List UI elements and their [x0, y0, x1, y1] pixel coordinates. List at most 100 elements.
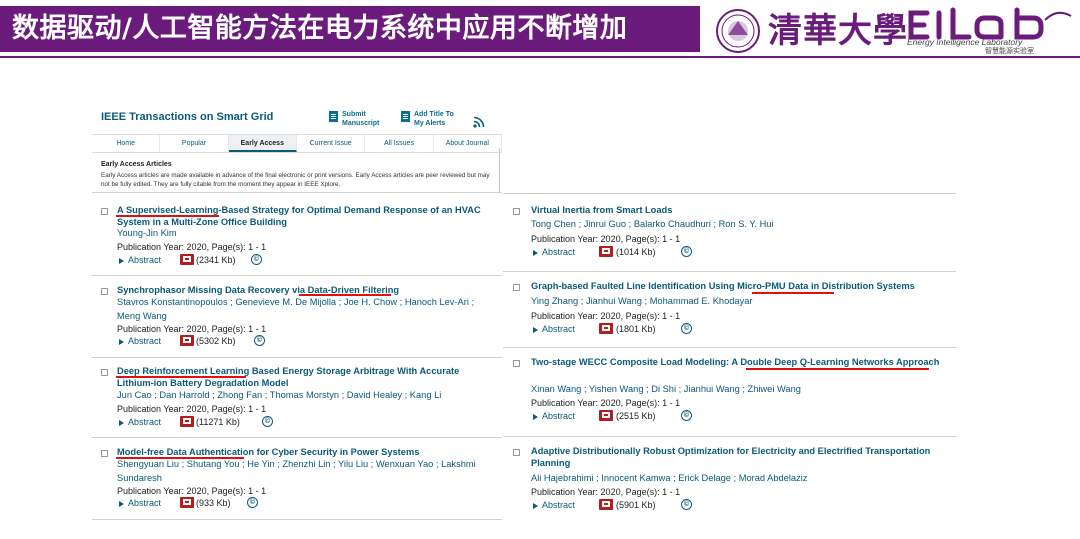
article-authors[interactable]: Ying Zhang ; Jianhui Wang ; Mohammad E. … — [531, 295, 951, 309]
article-divider — [92, 275, 502, 276]
publication-info: Publication Year: 2020, Page(s): 1 - 1 — [117, 404, 267, 414]
publication-info: Publication Year: 2020, Page(s): 1 - 1 — [531, 487, 681, 497]
highlight-underline — [116, 215, 219, 217]
article-checkbox[interactable] — [513, 284, 520, 291]
expand-triangle-icon — [119, 258, 124, 264]
article-checkbox[interactable] — [101, 288, 108, 295]
rss-icon[interactable] — [473, 116, 485, 128]
pdf-icon[interactable] — [599, 246, 613, 257]
publication-info: Publication Year: 2020, Page(s): 1 - 1 — [117, 324, 267, 334]
file-size: (2341 Kb) — [196, 255, 236, 265]
lab-name-chinese: 智慧能源实验室 — [985, 48, 1034, 55]
article-divider — [92, 437, 502, 438]
article-title[interactable]: Graph-based Faulted Line Identification … — [531, 281, 953, 293]
file-size: (5901 Kb) — [616, 500, 656, 510]
slide-title: 数据驱动/人工智能方法在电力系统中应用不断增加 — [12, 13, 628, 44]
file-size: (1014 Kb) — [616, 247, 656, 257]
expand-triangle-icon — [119, 339, 124, 345]
document-icon — [329, 111, 338, 122]
pdf-icon[interactable] — [180, 254, 194, 265]
article-item: Graph-based Faulted Line Identification … — [513, 281, 953, 347]
expand-triangle-icon — [533, 250, 538, 256]
tab-all-issues[interactable]: All Issues — [365, 135, 434, 152]
article-checkbox[interactable] — [513, 360, 520, 367]
publication-info: Publication Year: 2020, Page(s): 1 - 1 — [531, 311, 681, 321]
abstract-link[interactable]: Abstract — [128, 417, 161, 427]
article-checkbox[interactable] — [101, 208, 108, 215]
copyright-icon[interactable]: © — [251, 254, 262, 265]
article-title[interactable]: Virtual Inertia from Smart Loads — [531, 205, 951, 217]
article-authors[interactable]: Tong Chen ; Jinrui Guo ; Balarko Chaudhu… — [531, 218, 951, 232]
article-item: Virtual Inertia from Smart Loads Tong Ch… — [513, 205, 953, 271]
expand-triangle-icon — [119, 420, 124, 426]
copyright-icon[interactable]: © — [681, 323, 692, 334]
article-actions: Abstract (2341 Kb) © — [117, 254, 417, 269]
pdf-icon[interactable] — [599, 499, 613, 510]
abstract-link[interactable]: Abstract — [128, 255, 161, 265]
copyright-icon[interactable]: © — [247, 497, 258, 508]
tab-early-access[interactable]: Early Access — [228, 135, 297, 152]
abstract-link[interactable]: Abstract — [542, 500, 575, 510]
tab-about-journal[interactable]: About Journal — [434, 135, 502, 152]
copyright-icon[interactable]: © — [681, 410, 692, 421]
article-title[interactable]: Two-stage WECC Composite Load Modeling: … — [531, 357, 941, 369]
article-authors[interactable]: Xinan Wang ; Yishen Wang ; Di Shi ; Jian… — [531, 383, 951, 397]
copyright-icon[interactable]: © — [262, 416, 273, 427]
tab-current-issue[interactable]: Current Issue — [297, 135, 366, 152]
tab-home[interactable]: Home — [92, 135, 161, 152]
title-banner: 数据驱动/人工智能方法在电力系统中应用不断增加 清華大學 Energy Inte… — [0, 0, 1080, 58]
banner-divider — [0, 56, 1080, 58]
article-checkbox[interactable] — [513, 449, 520, 456]
tab-popular[interactable]: Popular — [160, 135, 229, 152]
pdf-icon[interactable] — [180, 416, 194, 427]
article-actions: Abstract (5901 Kb) © — [531, 499, 831, 514]
pdf-icon[interactable] — [180, 497, 194, 508]
article-divider — [503, 436, 956, 437]
copyright-icon[interactable]: © — [681, 246, 692, 257]
file-size: (933 Kb) — [196, 498, 231, 508]
article-checkbox[interactable] — [101, 369, 108, 376]
ieee-journal-header: IEEE Transactions on Smart Grid Submit M… — [92, 100, 502, 192]
highlight-underline — [116, 457, 244, 459]
pdf-icon[interactable] — [599, 410, 613, 421]
abstract-link[interactable]: Abstract — [542, 411, 575, 421]
article-authors[interactable]: Stavros Konstantinopoulos ; Genevieve M.… — [117, 296, 497, 323]
article-actions: Abstract (2515 Kb) © — [531, 410, 831, 425]
highlight-underline — [116, 376, 246, 378]
abstract-link[interactable]: Abstract — [128, 498, 161, 508]
article-actions: Abstract (1801 Kb) © — [531, 323, 831, 338]
tsinghua-seal-icon — [716, 9, 760, 53]
early-access-description: Early Access articles are made available… — [101, 172, 490, 188]
article-title[interactable]: Adaptive Distributionally Robust Optimiz… — [531, 446, 931, 469]
column-divider — [499, 148, 500, 192]
journal-title[interactable]: IEEE Transactions on Smart Grid — [101, 111, 273, 123]
tsinghua-logo: 清華大學 — [768, 11, 908, 51]
abstract-link[interactable]: Abstract — [542, 247, 575, 257]
file-size: (11271 Kb) — [196, 417, 240, 427]
article-actions: Abstract (933 Kb) © — [117, 497, 417, 512]
copyright-icon[interactable]: © — [254, 335, 265, 346]
abstract-link[interactable]: Abstract — [128, 336, 161, 346]
copyright-icon[interactable]: © — [681, 499, 692, 510]
publication-info: Publication Year: 2020, Page(s): 1 - 1 — [117, 486, 267, 496]
article-checkbox[interactable] — [513, 208, 520, 215]
article-divider — [503, 347, 956, 348]
article-authors[interactable]: Ali Hajebrahimi ; Innocent Kamwa ; Erick… — [531, 472, 951, 486]
abstract-link[interactable]: Abstract — [542, 324, 575, 334]
publication-info: Publication Year: 2020, Page(s): 1 - 1 — [117, 242, 267, 252]
article-authors[interactable]: Shengyuan Liu ; Shutang You ; He Yin ; Z… — [117, 458, 477, 485]
expand-triangle-icon — [533, 414, 538, 420]
article-checkbox[interactable] — [101, 450, 108, 457]
article-divider — [92, 192, 502, 193]
article-actions: Abstract (11271 Kb) © — [117, 416, 417, 431]
article-authors[interactable]: Young-Jin Kim — [117, 227, 497, 241]
submit-manuscript-link[interactable]: Submit Manuscript — [329, 110, 392, 128]
publication-info: Publication Year: 2020, Page(s): 1 - 1 — [531, 398, 681, 408]
article-divider — [92, 357, 502, 358]
file-size: (1801 Kb) — [616, 324, 656, 334]
article-authors[interactable]: Jun Cao ; Dan Harrold ; Zhong Fan ; Thom… — [117, 389, 497, 403]
add-alert-link[interactable]: Add Title To My Alerts — [401, 110, 464, 128]
pdf-icon[interactable] — [599, 323, 613, 334]
pdf-icon[interactable] — [180, 335, 194, 346]
publication-info: Publication Year: 2020, Page(s): 1 - 1 — [531, 234, 681, 244]
